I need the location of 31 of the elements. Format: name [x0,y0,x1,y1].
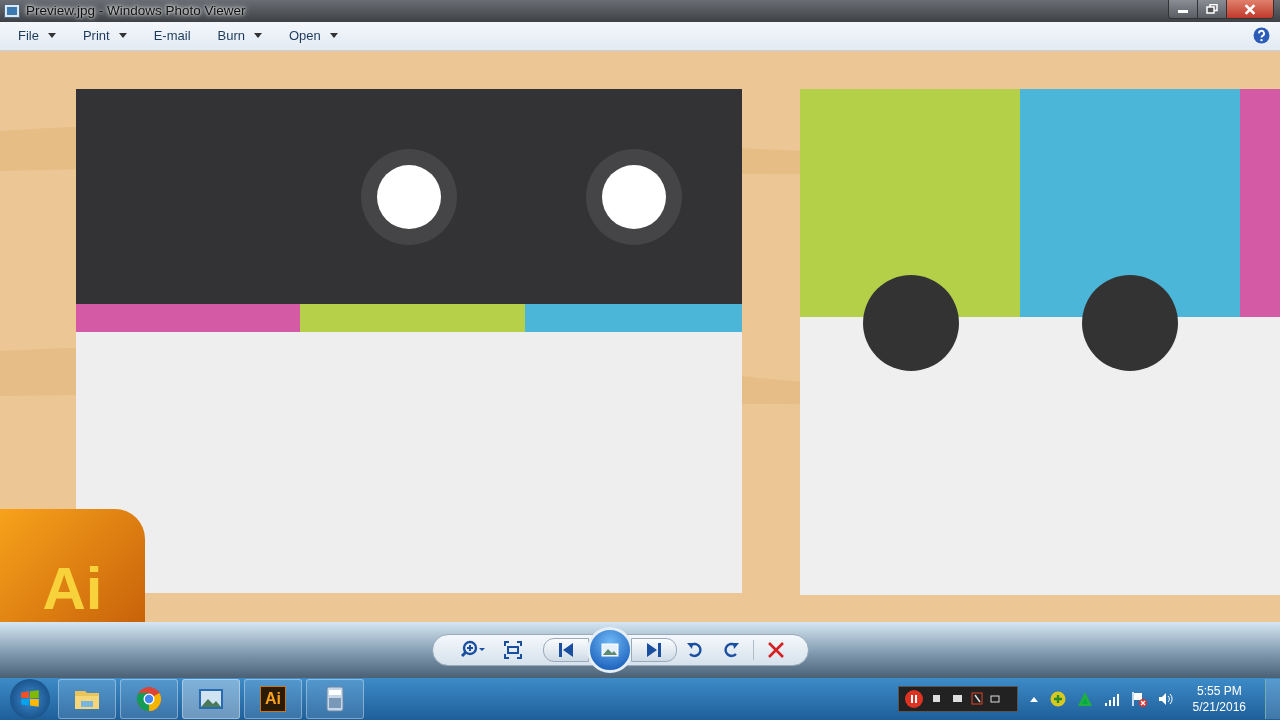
menu-item[interactable]: Print [74,25,135,47]
window-title: Preview.jpg - Windows Photo Viewer [26,3,247,19]
restore-button[interactable] [1198,0,1227,18]
taskbar-button[interactable]: Ai [244,679,302,720]
fit-icon[interactable] [502,640,523,661]
restore-icon [1206,4,1218,14]
menu-item[interactable]: Open [281,25,346,47]
slideshow-button[interactable] [586,627,633,674]
menu-item[interactable]: Burn [209,25,270,47]
close-icon [1243,3,1257,15]
plus-icon[interactable] [1049,691,1066,708]
taskbar-button[interactable] [58,679,116,720]
app-icon [4,4,20,18]
start-button[interactable] [10,679,50,720]
taskbar-button[interactable] [182,679,240,720]
help-icon[interactable] [1253,27,1270,45]
flag-icon[interactable] [1130,691,1147,708]
minimize-button[interactable] [1169,0,1198,18]
taskbar-button[interactable] [120,679,178,720]
close-button[interactable] [1227,0,1273,18]
caret-icon[interactable] [1028,695,1039,704]
clock[interactable]: 5:55 PM 5/21/2016 [1192,683,1246,716]
previous-button[interactable] [542,638,589,663]
taskbar-button[interactable] [306,679,364,720]
browser-icon [135,685,163,714]
illustrator-file-icon: Ai [0,508,145,623]
next-button[interactable] [630,638,677,663]
menu-item[interactable]: E-mail [145,25,199,47]
menu-item[interactable]: File [10,25,64,47]
signal-icon[interactable] [1103,691,1120,708]
show-desktop-button[interactable] [1265,679,1280,720]
